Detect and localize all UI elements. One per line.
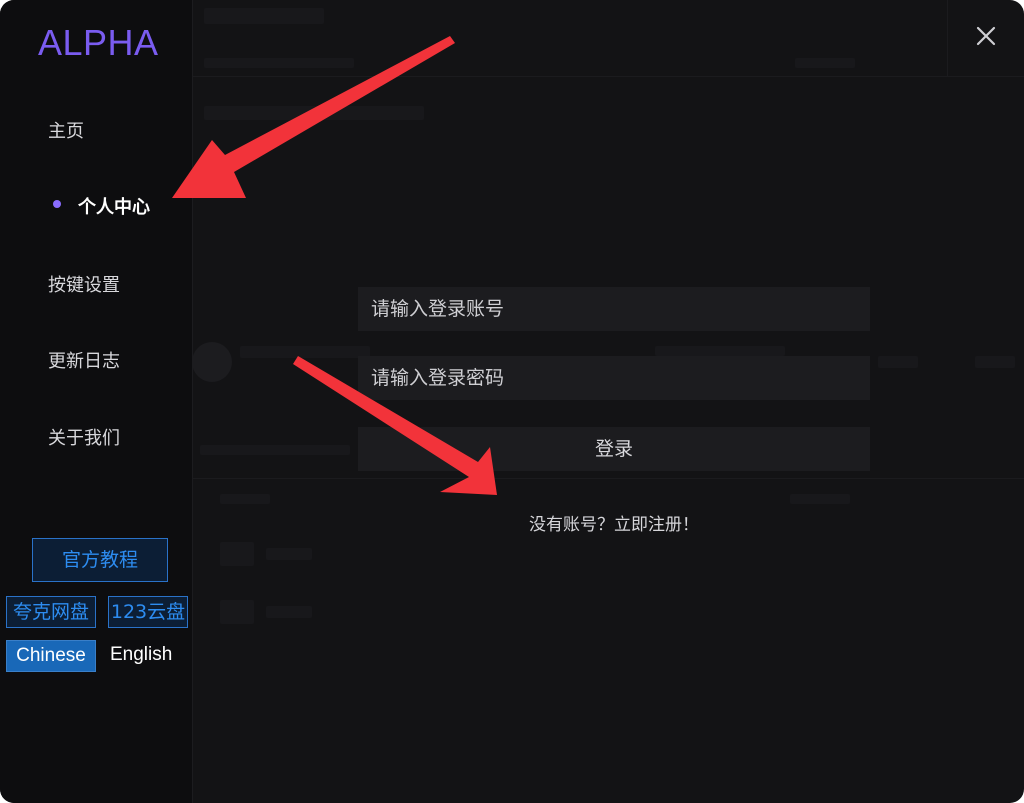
background-placeholder (204, 58, 354, 68)
quark-drive-link[interactable]: 夸克网盘 (6, 596, 96, 628)
background-placeholder (975, 356, 1015, 368)
background-placeholder (220, 600, 254, 624)
background-placeholder (240, 346, 370, 358)
app-window: ALPHA 主页 个人中心 按键设置 更新日志 关于我们 官方教程 夸克网盘 1… (0, 0, 1024, 803)
background-placeholder (220, 542, 254, 566)
close-icon (976, 26, 996, 46)
language-chinese-button[interactable]: Chinese (6, 640, 96, 672)
background-placeholder (790, 494, 850, 504)
sidebar-item-home[interactable]: 主页 (48, 117, 84, 143)
background-placeholder (266, 606, 312, 618)
background-avatar (192, 342, 232, 382)
123-cloud-link[interactable]: 123云盘 (108, 596, 188, 628)
background-placeholder (795, 58, 855, 68)
sidebar-item-profile[interactable]: 个人中心 (78, 193, 150, 219)
sidebar-item-changelog[interactable]: 更新日志 (48, 347, 120, 373)
background-divider (192, 76, 1024, 77)
background-placeholder (655, 346, 785, 356)
background-placeholder (200, 445, 350, 455)
background-placeholder (878, 356, 918, 368)
sidebar-item-key-settings[interactable]: 按键设置 (48, 271, 120, 297)
active-indicator-dot (53, 200, 61, 208)
background-placeholder (204, 8, 324, 24)
password-input[interactable] (358, 356, 870, 400)
sidebar: ALPHA 主页 个人中心 按键设置 更新日志 关于我们 官方教程 夸克网盘 1… (0, 0, 193, 803)
close-button[interactable] (972, 22, 1002, 52)
background-divider (947, 0, 948, 76)
background-placeholder (220, 494, 270, 504)
language-english-button[interactable]: English (110, 644, 172, 666)
background-placeholder (266, 548, 312, 560)
sidebar-item-about[interactable]: 关于我们 (48, 424, 120, 450)
background-divider (192, 478, 1024, 479)
background-placeholder (204, 106, 424, 120)
tutorial-button[interactable]: 官方教程 (32, 538, 168, 582)
account-input[interactable] (358, 287, 870, 331)
login-button[interactable]: 登录 (358, 427, 870, 471)
register-link[interactable]: 没有账号？立即注册！ (0, 510, 1024, 535)
app-logo: ALPHA (38, 22, 159, 63)
